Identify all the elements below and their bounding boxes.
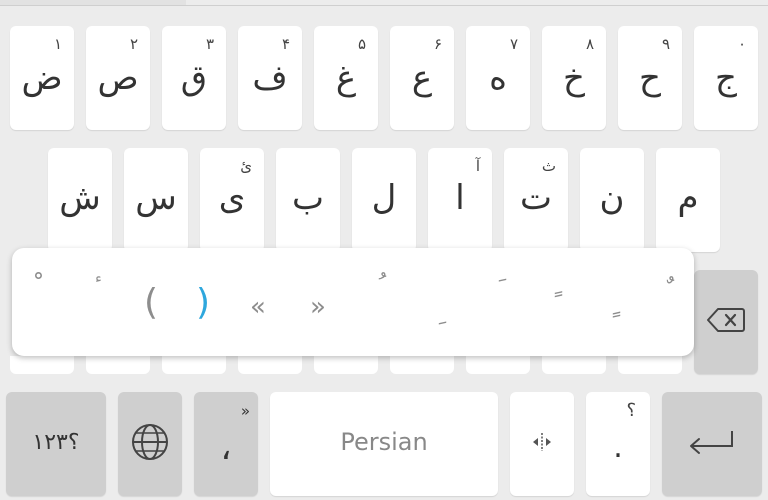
key-hint: آ [475, 157, 480, 175]
key-hint: » [240, 402, 250, 420]
key-hint: ث [541, 157, 556, 175]
key-hint: ۴ [281, 35, 290, 53]
key-khe[interactable]: ۸ خ [542, 26, 606, 130]
key-mim[interactable]: م [656, 148, 720, 252]
key-ghein[interactable]: ۵ غ [314, 26, 378, 130]
key-nun[interactable]: ن [580, 148, 644, 252]
popup-option[interactable]: « [250, 292, 266, 322]
key-label: ش [59, 178, 101, 218]
period-key[interactable]: ؟ . [586, 392, 650, 496]
key-label: ص [97, 58, 139, 98]
key-hint: ۲ [129, 35, 138, 53]
row3-key[interactable] [466, 356, 530, 374]
key-jim[interactable]: ۰ ج [694, 26, 758, 130]
row3-key[interactable] [314, 356, 378, 374]
key-qaf[interactable]: ۳ ق [162, 26, 226, 130]
key-label: ج [715, 58, 737, 98]
key-label: ب [291, 178, 324, 218]
key-fe[interactable]: ۴ ف [238, 26, 302, 130]
key-label: غ [335, 58, 357, 98]
row3-key[interactable] [86, 356, 150, 374]
long-press-popup: ْ ٔ ( ) « » ُ ِ َ ٍ ً ٌ [12, 248, 694, 356]
key-hint: ئ [240, 157, 252, 175]
key-label: . [613, 430, 623, 465]
backspace-icon [706, 306, 746, 334]
row3-key[interactable] [10, 356, 74, 374]
key-alef[interactable]: آ ا [428, 148, 492, 252]
key-he[interactable]: ۷ ه [466, 26, 530, 130]
key-label: ف [252, 58, 288, 98]
key-hint: ۸ [585, 35, 594, 53]
key-hint: ؟ [626, 400, 636, 421]
key-hint: ۵ [357, 35, 366, 53]
key-label: ت [519, 178, 552, 218]
comma-key[interactable]: » ، [194, 392, 258, 496]
key-label: ی [218, 178, 246, 218]
language-key[interactable] [118, 392, 182, 496]
row3-key[interactable] [162, 356, 226, 374]
key-label: ح [639, 58, 661, 98]
cursor-key[interactable] [510, 392, 574, 496]
popup-option[interactable]: ( [144, 285, 158, 321]
key-hint: ۳ [205, 35, 214, 53]
key-hint: ۹ [661, 35, 670, 53]
space-label: Persian [340, 428, 428, 456]
key-sin[interactable]: س [124, 148, 188, 252]
enter-key[interactable] [662, 392, 762, 496]
row3-key[interactable] [390, 356, 454, 374]
row3-key[interactable] [238, 356, 302, 374]
popup-option-selected[interactable]: ) [196, 285, 210, 321]
key-label: ق [180, 58, 208, 98]
key-label: س [135, 178, 177, 218]
backspace-key[interactable] [694, 270, 758, 374]
key-ein[interactable]: ۶ ع [390, 26, 454, 130]
key-label: ه [489, 58, 507, 98]
key-label: م [677, 178, 699, 218]
key-dad[interactable]: ۱ ض [10, 26, 74, 130]
top-divider [0, 5, 768, 6]
row3-key[interactable] [542, 356, 606, 374]
cursor-move-icon [530, 432, 554, 452]
globe-icon [130, 422, 170, 462]
key-hint: ۷ [509, 35, 518, 53]
row3-key[interactable] [618, 356, 682, 374]
key-label: ن [599, 178, 625, 218]
symbols-key[interactable]: ؟۱۲۳ [6, 392, 106, 496]
key-label: ل [371, 178, 397, 218]
key-sad[interactable]: ۲ ص [86, 26, 150, 130]
key-ye[interactable]: ئ ی [200, 148, 264, 252]
key-be[interactable]: ب [276, 148, 340, 252]
key-te[interactable]: ث ت [504, 148, 568, 252]
symbols-label: ؟۱۲۳ [32, 430, 80, 455]
key-label: ع [411, 58, 433, 98]
key-lam[interactable]: ل [352, 148, 416, 252]
enter-icon [688, 428, 736, 456]
key-label: ا [455, 178, 465, 218]
popup-option[interactable]: » [310, 292, 326, 322]
key-label: ض [21, 58, 63, 98]
key-he-jimi[interactable]: ۹ ح [618, 26, 682, 130]
key-hint: ۰ [737, 35, 746, 53]
key-hint: ۱ [53, 35, 62, 53]
key-shin[interactable]: ش [48, 148, 112, 252]
key-label: ، [220, 428, 232, 468]
space-key[interactable]: Persian [270, 392, 498, 496]
key-label: خ [563, 58, 585, 98]
key-hint: ۶ [433, 35, 442, 53]
